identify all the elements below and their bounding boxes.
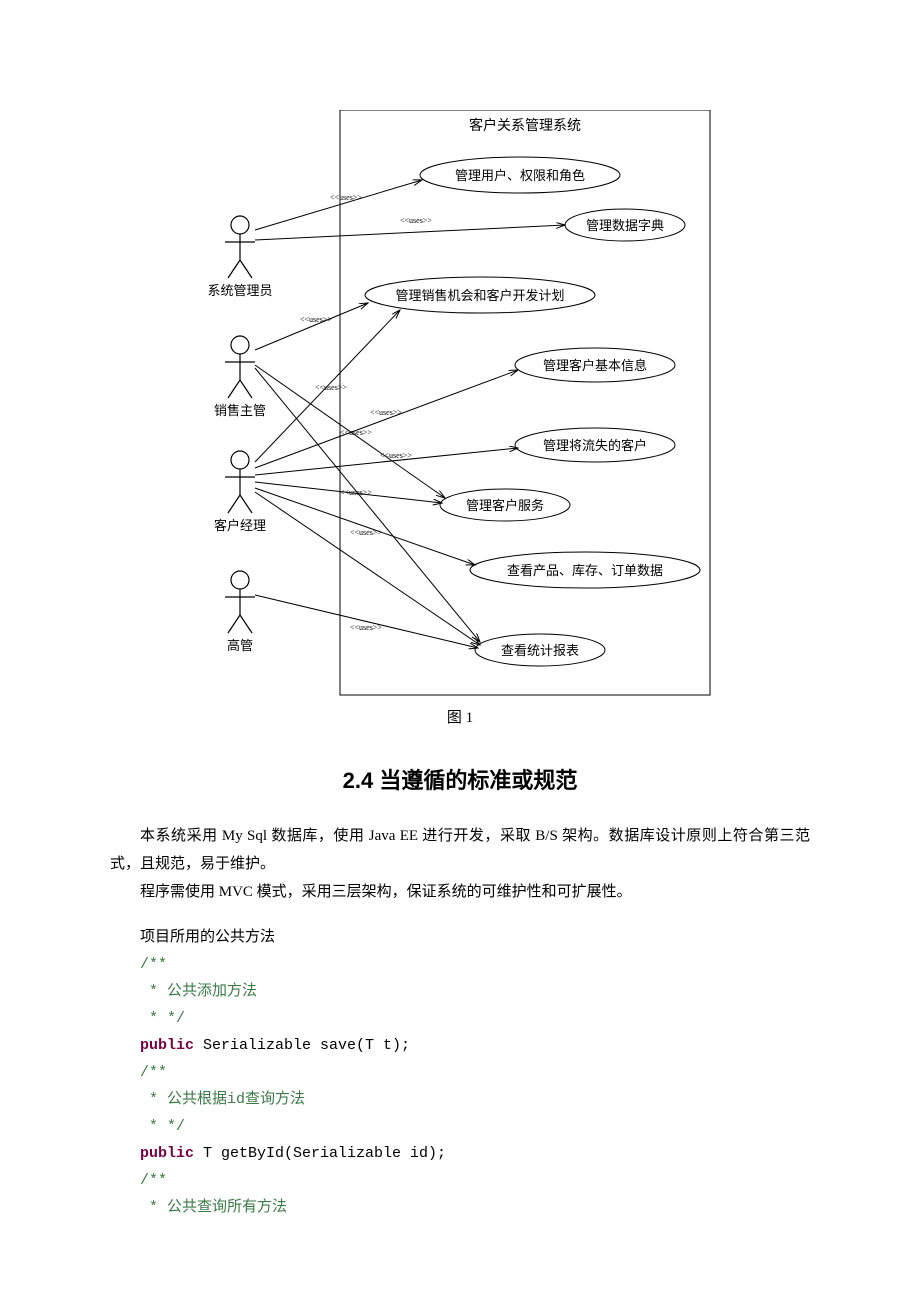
code-comment: /** [140, 1064, 167, 1081]
code-block: 项目所用的公共方法 /** * 公共添加方法 * */ public Seria… [140, 924, 810, 1221]
code-comment: /** [140, 1172, 167, 1189]
svg-text:管理销售机会和客户开发计划: 管理销售机会和客户开发计划 [395, 288, 564, 303]
svg-text:<<uses>>: <<uses>> [340, 488, 372, 497]
svg-text:管理用户、权限和角色: 管理用户、权限和角色 [455, 168, 585, 183]
use-case-diagram: 客户关系管理系统 系统管理员 [200, 110, 720, 700]
actor-exec: 高管 [225, 571, 255, 653]
code-comment: * */ [140, 1118, 185, 1135]
svg-text:管理客户基本信息: 管理客户基本信息 [543, 358, 647, 373]
svg-text:<<uses>>: <<uses>> [300, 315, 332, 324]
actor-customer-manager: 客户经理 [214, 451, 266, 533]
code-comment: * */ [140, 1010, 185, 1027]
usecase-lost-cust: 管理将流失的客户 [515, 428, 675, 462]
code-comment: /** [140, 956, 167, 973]
usecase-cust-info: 管理客户基本信息 [515, 348, 675, 382]
system-boundary [340, 110, 710, 695]
actor-admin: 系统管理员 [207, 216, 272, 298]
section-heading: 2.4 当遵循的标准或规范 [110, 763, 810, 795]
code-text: T getById(Serializable id); [194, 1145, 446, 1162]
svg-text:<<uses>>: <<uses>> [350, 528, 382, 537]
code-keyword: public [140, 1037, 194, 1054]
svg-text:<<uses>>: <<uses>> [340, 428, 372, 437]
actor-sales-supervisor-label: 销售主管 [214, 403, 266, 418]
figure-caption: 图 1 [110, 706, 810, 727]
actor-admin-label: 系统管理员 [207, 283, 272, 298]
actor-exec-label: 高管 [227, 638, 253, 653]
svg-text:<<uses>>: <<uses>> [380, 451, 412, 460]
svg-text:<<uses>>: <<uses>> [400, 216, 432, 225]
svg-text:<<uses>>: <<uses>> [350, 623, 382, 632]
diagram-title: 客户关系管理系统 [469, 117, 581, 134]
svg-text:管理客户服务: 管理客户服务 [466, 498, 544, 513]
diagram-container: 客户关系管理系统 系统管理员 [110, 110, 810, 700]
code-label: 项目所用的公共方法 [140, 929, 275, 945]
paragraph-1: 本系统采用 My Sql 数据库，使用 Java EE 进行开发，采取 B/S … [110, 823, 810, 879]
code-text: Serializable save(T t); [194, 1037, 410, 1054]
svg-text:<<uses>>: <<uses>> [315, 383, 347, 392]
svg-text:<<uses>>: <<uses>> [370, 408, 402, 417]
svg-text:管理数据字典: 管理数据字典 [586, 218, 664, 233]
usecase-users-roles: 管理用户、权限和角色 [420, 157, 620, 193]
document-page: 客户关系管理系统 系统管理员 [0, 0, 920, 1302]
code-comment: * 公共查询所有方法 [140, 1199, 287, 1216]
usecase-sales-plan: 管理销售机会和客户开发计划 [365, 277, 595, 313]
usecase-dict: 管理数据字典 [565, 209, 685, 241]
svg-text:<<uses>>: <<uses>> [330, 193, 362, 202]
code-comment: * 公共添加方法 [140, 983, 257, 1000]
paragraph-2: 程序需使用 MVC 模式，采用三层架构，保证系统的可维护性和可扩展性。 [110, 879, 810, 907]
usecase-cust-service: 管理客户服务 [440, 489, 570, 521]
svg-text:查看产品、库存、订单数据: 查看产品、库存、订单数据 [507, 563, 663, 578]
usecase-reports: 查看统计报表 [475, 634, 605, 666]
code-comment: * 公共根据id查询方法 [140, 1091, 305, 1108]
actor-customer-manager-label: 客户经理 [214, 518, 266, 533]
body-text: 本系统采用 My Sql 数据库，使用 Java EE 进行开发，采取 B/S … [110, 823, 810, 906]
usecase-products: 查看产品、库存、订单数据 [470, 552, 700, 588]
svg-text:管理将流失的客户: 管理将流失的客户 [543, 438, 647, 453]
svg-text:查看统计报表: 查看统计报表 [501, 643, 579, 658]
code-keyword: public [140, 1145, 194, 1162]
